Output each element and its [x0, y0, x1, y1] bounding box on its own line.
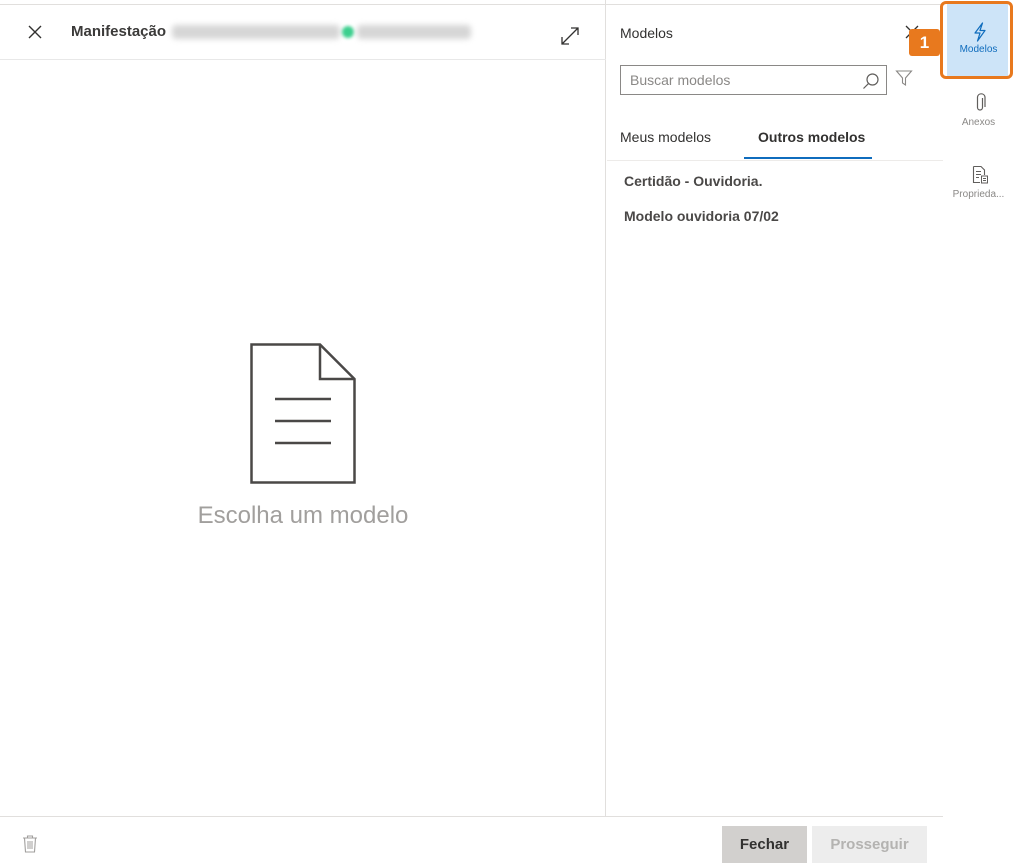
rail-item-modelos[interactable]: Modelos [943, 4, 1014, 76]
step-callout: 1 [909, 29, 940, 56]
expand-icon[interactable] [559, 25, 581, 47]
document-icon [250, 343, 356, 484]
list-item[interactable]: Modelo ouvidoria 07/02 [624, 208, 779, 224]
search-icon[interactable] [862, 72, 880, 90]
rail-item-propriedades[interactable]: Proprieda... [943, 158, 1014, 230]
trash-icon[interactable] [22, 835, 38, 853]
search-box [620, 65, 887, 95]
tab-other-models[interactable]: Outros modelos [758, 129, 865, 145]
proceed-button[interactable]: Prosseguir [812, 826, 927, 863]
close-button[interactable]: Fechar [722, 826, 807, 863]
empty-state-text: Escolha um modelo [197, 502, 409, 529]
side-rail: Modelos Anexos Proprieda... [943, 0, 1014, 866]
paperclip-icon [976, 93, 986, 111]
models-tabs: Meus modelos Outros modelos [607, 123, 943, 161]
search-input[interactable] [621, 66, 861, 94]
tab-my-models[interactable]: Meus modelos [620, 129, 711, 145]
rail-item-label: Modelos [959, 44, 998, 55]
active-tab-indicator [744, 157, 872, 159]
footer-bar: Fechar Prosseguir [0, 816, 943, 866]
properties-icon [972, 165, 988, 184]
redacted-identifier [172, 25, 340, 39]
page-title: Manifestação [71, 23, 167, 40]
list-item[interactable]: Certidão - Ouvidoria. [624, 173, 762, 189]
rail-item-anexos[interactable]: Anexos [943, 86, 1014, 158]
document-header: Manifestação [0, 5, 606, 60]
close-icon[interactable] [24, 21, 46, 43]
filter-icon[interactable] [895, 69, 913, 87]
lightning-icon [974, 22, 986, 42]
redacted-name [357, 25, 471, 39]
rail-item-label: Anexos [961, 117, 996, 128]
models-panel-title: Modelos [620, 25, 673, 41]
rail-item-label: Proprieda... [952, 189, 1005, 200]
models-panel: Modelos Meus modelos Outros modelos Cert… [607, 5, 943, 816]
status-dot [342, 26, 354, 38]
document-panel: Manifestação Escolha um modelo [0, 0, 606, 816]
